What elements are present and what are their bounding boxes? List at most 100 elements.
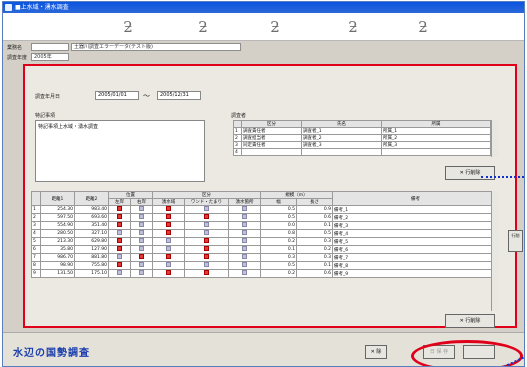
table-row[interactable]: 3 554.90 351.40 0.0 0.1 備考_3: [31, 221, 499, 230]
dist1-cell[interactable]: 986.70: [40, 253, 75, 262]
right-bank-checkbox[interactable]: [139, 230, 144, 235]
left-bank-checkbox[interactable]: [117, 262, 122, 267]
name-select[interactable]: 調査者_3: [301, 141, 382, 149]
org-cell[interactable]: 所属_3: [381, 141, 491, 149]
side-delete-button[interactable]: 行削: [508, 230, 523, 252]
remarks-cell[interactable]: 備考_1: [332, 205, 499, 214]
table-row[interactable]: 7 986.70 881.80 0.3 0.3 備考_7: [31, 253, 499, 262]
length-cell[interactable]: 0.3: [296, 253, 333, 262]
remarks-cell[interactable]: 備考_3: [332, 221, 499, 230]
kubun-select[interactable]: 調査担当者: [241, 134, 302, 142]
name-select[interactable]: 調査者_1: [301, 127, 382, 135]
surveyor-row[interactable]: 3 同定責任者 調査者_3 所属_3: [233, 141, 491, 149]
yuusui-checkbox[interactable]: [242, 222, 247, 227]
length-cell[interactable]: 0.9: [296, 205, 333, 214]
notes-textarea[interactable]: 特記事項上水域・湧水調査: [35, 120, 205, 182]
left-bank-checkbox[interactable]: [117, 222, 122, 227]
width-cell[interactable]: 0.5: [260, 261, 297, 270]
right-bank-checkbox[interactable]: [139, 238, 144, 243]
table-row[interactable]: 2 597.50 693.60 0.5 0.6 備考_2: [31, 213, 499, 222]
length-cell[interactable]: 0.6: [296, 269, 333, 278]
width-cell[interactable]: 0.1: [260, 245, 297, 254]
length-cell[interactable]: 0.6: [296, 213, 333, 222]
dist2-cell[interactable]: 327.10: [74, 229, 109, 238]
table-row[interactable]: 6 35.80 127.90 0.1 0.2 備考_6: [31, 245, 499, 254]
right-bank-checkbox[interactable]: [139, 262, 144, 267]
right-bank-checkbox[interactable]: [139, 214, 144, 219]
width-cell[interactable]: 0.2: [260, 237, 297, 246]
left-bank-checkbox[interactable]: [117, 246, 122, 251]
remarks-cell[interactable]: 備考_4: [332, 229, 499, 238]
left-bank-checkbox[interactable]: [117, 238, 122, 243]
yuusui-checkbox[interactable]: [242, 214, 247, 219]
length-cell[interactable]: 0.3: [296, 237, 333, 246]
dist1-cell[interactable]: 554.90: [40, 221, 75, 230]
dist1-cell[interactable]: 254.30: [40, 205, 75, 214]
table-row[interactable]: 1 254.30 983.40 0.5 0.9 備考_1: [31, 205, 499, 214]
name-select[interactable]: [301, 148, 382, 156]
yuusui-checkbox[interactable]: [242, 206, 247, 211]
remarks-cell[interactable]: 備考_5: [332, 237, 499, 246]
wando-checkbox[interactable]: [204, 254, 209, 259]
width-cell[interactable]: 0.0: [260, 221, 297, 230]
jousui-checkbox[interactable]: [166, 206, 171, 211]
dist1-cell[interactable]: 280.50: [40, 229, 75, 238]
length-cell[interactable]: 0.1: [296, 261, 333, 270]
length-cell[interactable]: 0.2: [296, 245, 333, 254]
dist1-cell[interactable]: 35.80: [40, 245, 75, 254]
left-bank-checkbox[interactable]: [117, 214, 122, 219]
surveyor-row[interactable]: 2 調査担当者 調査者_2 所属_2: [233, 134, 491, 142]
kubun-select[interactable]: 調査責任者: [241, 127, 302, 135]
org-cell[interactable]: [381, 148, 491, 156]
dist1-cell[interactable]: 98.90: [40, 261, 75, 270]
jousui-checkbox[interactable]: [166, 230, 171, 235]
delete-button[interactable]: ✕ 除: [365, 345, 387, 359]
wando-checkbox[interactable]: [204, 222, 209, 227]
length-cell[interactable]: 0.1: [296, 221, 333, 230]
wando-checkbox[interactable]: [204, 206, 209, 211]
jousui-checkbox[interactable]: [166, 222, 171, 227]
jousui-checkbox[interactable]: [166, 214, 171, 219]
width-cell[interactable]: 0.5: [260, 213, 297, 222]
remarks-cell[interactable]: 備考_8: [332, 261, 499, 270]
table-row[interactable]: 4 280.50 327.10 0.8 0.5 備考_4: [31, 229, 499, 238]
yuusui-checkbox[interactable]: [242, 262, 247, 267]
org-cell[interactable]: 所属_2: [381, 134, 491, 142]
table-row[interactable]: 8 98.90 755.80 0.5 0.1 備考_8: [31, 261, 499, 270]
yuusui-checkbox[interactable]: [242, 270, 247, 275]
jousui-checkbox[interactable]: [166, 254, 171, 259]
wando-checkbox[interactable]: [204, 214, 209, 219]
width-cell[interactable]: 0.5: [260, 205, 297, 214]
observation-delete-row-button[interactable]: ✕ 行削除: [445, 314, 495, 328]
right-bank-checkbox[interactable]: [139, 270, 144, 275]
dist2-cell[interactable]: 755.80: [74, 261, 109, 270]
dist2-cell[interactable]: 127.90: [74, 245, 109, 254]
date-to-input[interactable]: 2005/12/31: [157, 91, 201, 100]
jousui-checkbox[interactable]: [166, 246, 171, 251]
yuusui-checkbox[interactable]: [242, 238, 247, 243]
kubun-select[interactable]: [241, 148, 302, 156]
wando-checkbox[interactable]: [204, 230, 209, 235]
yuusui-checkbox[interactable]: [242, 246, 247, 251]
wando-checkbox[interactable]: [204, 246, 209, 251]
width-cell[interactable]: 0.3: [260, 253, 297, 262]
table-row[interactable]: 5 213.30 629.80 0.2 0.3 備考_5: [31, 237, 499, 246]
surveyor-row[interactable]: 1 調査責任者 調査者_1 所属_1: [233, 127, 491, 135]
right-bank-checkbox[interactable]: [139, 206, 144, 211]
width-cell[interactable]: 0.2: [260, 269, 297, 278]
remarks-cell[interactable]: 備考_6: [332, 245, 499, 254]
left-bank-checkbox[interactable]: [117, 230, 122, 235]
left-bank-checkbox[interactable]: [117, 206, 122, 211]
dist2-cell[interactable]: 351.40: [74, 221, 109, 230]
dist2-cell[interactable]: 693.60: [74, 213, 109, 222]
left-bank-checkbox[interactable]: [117, 254, 122, 259]
date-from-input[interactable]: 2005/01/01: [95, 91, 139, 100]
jousui-checkbox[interactable]: [166, 238, 171, 243]
dist1-cell[interactable]: 597.50: [40, 213, 75, 222]
length-cell[interactable]: 0.5: [296, 229, 333, 238]
yuusui-checkbox[interactable]: [242, 230, 247, 235]
surveyor-row[interactable]: 4: [233, 148, 491, 156]
dist1-cell[interactable]: 213.30: [40, 237, 75, 246]
dist2-cell[interactable]: 175.10: [74, 269, 109, 278]
surveyors-scrollbar[interactable]: [491, 120, 499, 157]
